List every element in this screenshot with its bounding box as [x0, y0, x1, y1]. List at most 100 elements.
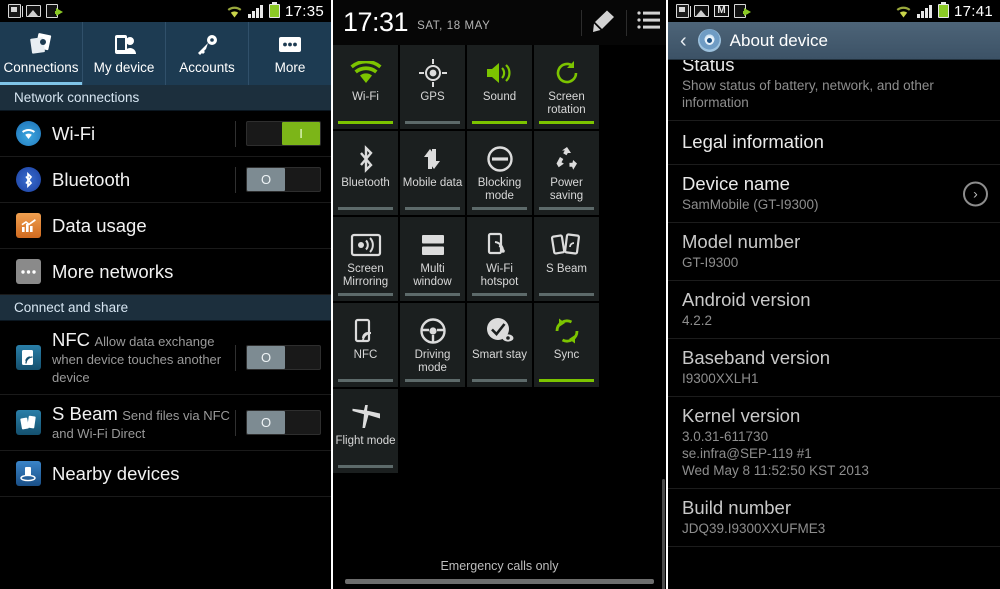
about-row-status[interactable]: Status Show status of battery, network, …: [668, 60, 1000, 121]
about-row-status-description: Show status of battery, network, and oth…: [682, 78, 934, 110]
quick-settings-panel: 17:31 SAT, 18 MAY Wi-Fi GPS Sound Screen…: [333, 0, 668, 589]
settings-row-s-beam[interactable]: S Beam Send files via NFC and Wi-Fi Dire…: [0, 395, 331, 451]
settings-row-wifi[interactable]: Wi-Fi I: [0, 111, 331, 157]
quick-tile-gps[interactable]: GPS: [400, 45, 467, 131]
settings-row-wifi-label: Wi-Fi: [52, 123, 96, 144]
quick-tile-smart-stay[interactable]: Smart stay: [467, 303, 534, 389]
quick-settings-footer: Emergency calls only: [333, 555, 666, 589]
quick-settings-date: SAT, 18 MAY: [417, 20, 491, 32]
quick-tile-smart-stay-label: Smart stay: [472, 349, 527, 361]
status-bar-panel3: M 17:41: [668, 0, 1000, 22]
panel-drag-handle[interactable]: [345, 579, 654, 584]
edit-pencil-icon[interactable]: [591, 8, 617, 37]
wifi-icon: [226, 5, 243, 18]
blocking-mode-icon: [486, 142, 514, 175]
inactive-indicator: [405, 379, 460, 382]
notification-icons: M: [672, 4, 751, 18]
quick-tile-sync[interactable]: Sync: [534, 303, 601, 389]
about-row-android-version[interactable]: Android version 4.2.2: [668, 281, 1000, 339]
battery-icon: [937, 1, 949, 18]
smart-stay-icon: [485, 314, 515, 347]
quick-tile-mobile-data-label: Mobile data: [402, 177, 463, 189]
quick-tile-bluetooth[interactable]: Bluetooth: [333, 131, 400, 217]
settings-row-data-usage[interactable]: Data usage: [0, 203, 331, 249]
toggle-knob-on: I: [282, 122, 320, 145]
quick-tile-driving-mode[interactable]: Driving mode: [400, 303, 467, 389]
nearby-devices-icon: [10, 461, 46, 486]
quick-tile-flight-mode[interactable]: Flight mode: [333, 389, 400, 475]
settings-row-nfc[interactable]: NFC Allow data exchange when device touc…: [0, 321, 331, 395]
bluetooth-icon: [10, 167, 46, 192]
quick-tile-nfc[interactable]: NFC: [333, 303, 400, 389]
quick-tile-flight-mode-label: Flight mode: [335, 435, 396, 447]
tab-connections[interactable]: Connections: [0, 22, 83, 85]
quick-tile-screen-rotation-label: Screen rotation: [547, 91, 586, 116]
power-saving-icon: [552, 142, 582, 175]
settings-row-bluetooth[interactable]: Bluetooth O: [0, 157, 331, 203]
nfc-toggle[interactable]: O: [235, 344, 321, 371]
back-chevron-icon[interactable]: ‹: [678, 31, 689, 51]
about-row-kernel-version[interactable]: Kernel version 3.0.31-611730 se.infra@SE…: [668, 397, 1000, 489]
tab-more[interactable]: More: [249, 22, 331, 85]
about-row-kernel-version-value: 3.0.31-611730 se.infra@SEP-119 #1 Wed Ma…: [682, 429, 869, 478]
quick-tile-bluetooth-label: Bluetooth: [341, 177, 390, 189]
settings-row-nearby-devices[interactable]: Nearby devices: [0, 451, 331, 497]
gps-icon: [418, 56, 448, 89]
active-indicator: [472, 121, 527, 124]
toggle-knob-off: O: [247, 346, 285, 369]
quick-tile-empty: [467, 389, 534, 475]
about-row-legal-information[interactable]: Legal information: [668, 121, 1000, 165]
signal-icon: [247, 4, 264, 18]
quick-tile-empty: [400, 389, 467, 475]
section-header-network: Network connections: [0, 85, 331, 111]
notification-icons: [4, 4, 63, 18]
about-row-android-version-value: 4.2.2: [682, 313, 713, 328]
quick-tile-screen-mirroring[interactable]: Screen Mirroring: [333, 217, 400, 303]
accounts-icon: [194, 33, 220, 57]
tab-my-device[interactable]: My device: [83, 22, 166, 85]
settings-row-more-networks[interactable]: More networks: [0, 249, 331, 295]
divider: [581, 9, 582, 36]
toggle-knob-off: O: [247, 411, 285, 434]
save-icon: [8, 4, 23, 18]
settings-row-nearby-devices-label: Nearby devices: [52, 463, 180, 484]
export-icon: [734, 4, 751, 18]
s-beam-toggle[interactable]: O: [235, 409, 321, 436]
about-row-baseband-version-value: I9300XXLH1: [682, 371, 759, 386]
notification-area: [333, 475, 666, 589]
wifi-toggle[interactable]: I: [235, 120, 321, 147]
sound-icon: [484, 56, 516, 89]
quick-tile-sound[interactable]: Sound: [467, 45, 534, 131]
tab-accounts[interactable]: Accounts: [166, 22, 249, 85]
bluetooth-toggle[interactable]: O: [235, 166, 321, 193]
quick-tile-blocking-mode-label: Blocking mode: [477, 177, 522, 202]
quick-tile-wifi-hotspot[interactable]: Wi-Fi hotspot: [467, 217, 534, 303]
quick-tile-mobile-data[interactable]: Mobile data: [400, 131, 467, 217]
driving-mode-icon: [419, 314, 447, 347]
divider: [626, 9, 627, 36]
about-row-model-number[interactable]: Model number GT-I9300: [668, 223, 1000, 281]
about-row-build-number[interactable]: Build number JDQ39.I9300XXUFME3: [668, 489, 1000, 547]
about-row-android-version-label: Android version: [682, 289, 811, 310]
settings-row-nfc-label: NFC: [52, 329, 91, 350]
inactive-indicator: [405, 293, 460, 296]
screen-mirroring-icon: [350, 228, 382, 261]
quick-tile-screen-rotation[interactable]: Screen rotation: [534, 45, 601, 131]
about-row-device-name[interactable]: Device name SamMobile (GT-I9300) ›: [668, 165, 1000, 223]
inactive-indicator: [539, 207, 594, 210]
about-row-build-number-value: JDQ39.I9300XXUFME3: [682, 521, 826, 536]
inactive-indicator: [405, 207, 460, 210]
about-row-kernel-version-label: Kernel version: [682, 405, 801, 426]
quick-tile-wifi[interactable]: Wi-Fi: [333, 45, 400, 131]
quick-tile-wifi-label: Wi-Fi: [352, 91, 379, 103]
chevron-right-icon[interactable]: ›: [963, 181, 988, 206]
scrollbar[interactable]: [662, 479, 665, 589]
quick-tile-power-saving[interactable]: Power saving: [534, 131, 601, 217]
list-icon[interactable]: [636, 9, 662, 36]
quick-tile-multi-window[interactable]: Multi window: [400, 217, 467, 303]
about-row-model-number-label: Model number: [682, 231, 801, 252]
quick-tile-s-beam[interactable]: S Beam: [534, 217, 601, 303]
quick-settings-clock: 17:31: [343, 7, 409, 37]
quick-tile-blocking-mode[interactable]: Blocking mode: [467, 131, 534, 217]
about-row-baseband-version[interactable]: Baseband version I9300XXLH1: [668, 339, 1000, 397]
